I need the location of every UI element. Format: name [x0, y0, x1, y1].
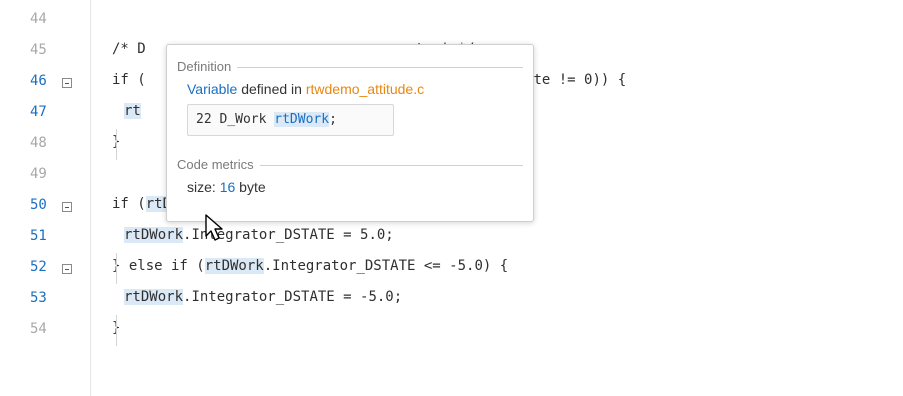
indent-guide	[116, 253, 117, 284]
line-number: 48	[30, 135, 47, 151]
highlighted-symbol[interactable]: rtDWork	[124, 289, 184, 305]
line-number[interactable]: 50	[30, 197, 47, 213]
line-number[interactable]: 53	[30, 290, 47, 306]
definition-code-snippet[interactable]: 22 D_Work rtDWork;	[187, 104, 394, 136]
line-number[interactable]: 52	[30, 259, 47, 275]
code-text: rtDWork.Integrator_DSTATE = 5.0;	[124, 227, 394, 243]
code-line: 54}	[0, 315, 903, 346]
code-token: .Integrator_DSTATE <= -5.0) {	[263, 258, 509, 274]
line-number[interactable]: 51	[30, 228, 47, 244]
indent-guide	[116, 315, 117, 346]
source-file-link[interactable]: rtwdemo_attitude.c	[306, 81, 424, 97]
code-text: rtDWork.Integrator_DSTATE = -5.0;	[124, 289, 402, 305]
code-text: rt	[124, 103, 141, 119]
collapse-icon[interactable]	[62, 202, 72, 212]
collapse-icon[interactable]	[62, 264, 72, 274]
code-line: 52 } else if (rtDWork.Integrator_DSTATE <…	[0, 253, 903, 284]
size-value: 16	[219, 179, 236, 195]
code-token: if (	[112, 196, 146, 212]
symbol-kind-link[interactable]: Variable	[187, 81, 237, 97]
definition-tooltip: Definition Variable defined in rtwdemo_a…	[166, 44, 534, 222]
code-token: /* D	[112, 41, 146, 57]
code-token: .Integrator_DSTATE = -5.0;	[183, 289, 403, 305]
line-number: 45	[30, 42, 47, 58]
indent-guide	[116, 129, 117, 160]
code-metrics-section-header: Code metrics	[177, 157, 523, 173]
highlighted-symbol[interactable]: rtDWork	[124, 227, 184, 243]
collapse-icon[interactable]	[62, 78, 72, 88]
line-number[interactable]: 47	[30, 104, 47, 120]
defined-in-text: defined in	[237, 81, 306, 97]
code-line: 44	[0, 5, 903, 36]
code-token: if (	[112, 72, 146, 88]
code-line: 51 rtDWork.Integrator_DSTATE = 5.0;	[0, 222, 903, 253]
line-number: 54	[30, 321, 47, 337]
line-number: 44	[30, 11, 47, 27]
code-line: 53 rtDWork.Integrator_DSTATE = -5.0;	[0, 284, 903, 315]
snippet-symbol: rtDWork	[274, 112, 330, 127]
line-number: 49	[30, 166, 47, 182]
snippet-type: D_Work	[219, 112, 267, 127]
code-token: } else if (	[112, 258, 205, 274]
definition-section-header: Definition	[177, 59, 523, 75]
line-number[interactable]: 46	[30, 73, 47, 89]
highlighted-symbol[interactable]: rtDWork	[204, 258, 264, 274]
snippet-line-number: 22	[196, 112, 212, 127]
mouse-pointer-icon	[205, 214, 223, 241]
highlighted-symbol[interactable]: rt	[124, 103, 141, 119]
definition-summary: Variable defined in rtwdemo_attitude.c	[187, 81, 424, 97]
code-text: } else if (rtDWork.Integrator_DSTATE <= …	[112, 258, 508, 274]
size-metric: size: 16 byte	[187, 179, 266, 195]
